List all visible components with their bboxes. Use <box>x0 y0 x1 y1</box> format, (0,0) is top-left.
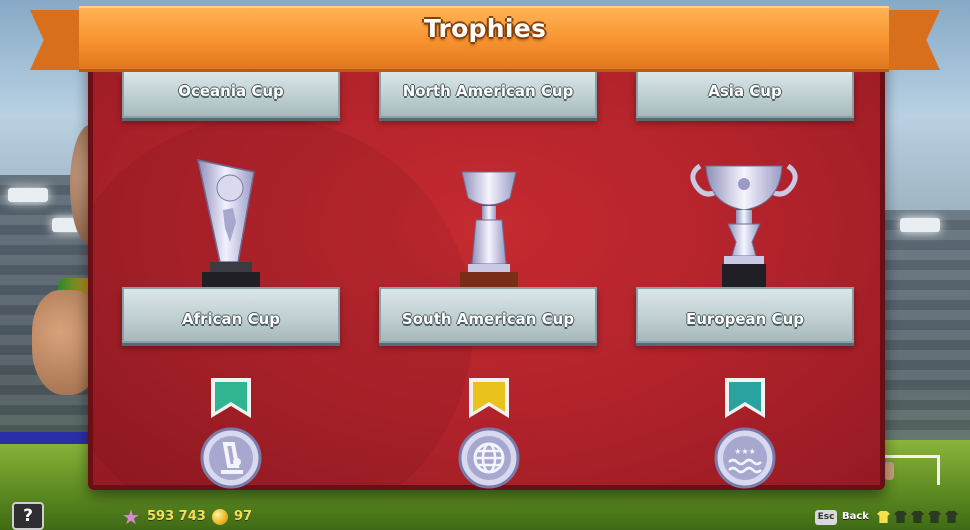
kit-selector[interactable] <box>877 511 958 523</box>
help-button[interactable]: ? <box>12 502 44 530</box>
cup-plate-african[interactable]: African Cup <box>122 287 340 343</box>
background-player <box>884 462 894 480</box>
star-icon: ★ <box>122 505 140 529</box>
cup-plate-south-american[interactable]: South American Cup <box>379 287 597 343</box>
cup-plate-european[interactable]: European Cup <box>636 287 854 343</box>
coins-counter: 97 <box>234 509 253 524</box>
cup-plate-oceania[interactable]: Oceania Cup <box>122 72 340 118</box>
shirt-icon[interactable] <box>877 511 890 523</box>
waves-stars-medal-icon[interactable]: ★★★ <box>713 374 777 492</box>
shirt-icon[interactable] <box>928 511 941 523</box>
shirt-icon[interactable] <box>894 511 907 523</box>
coin-icon <box>212 509 228 525</box>
stars-counter: 593 743 <box>147 509 206 524</box>
cup-plate-asia[interactable]: Asia Cup <box>636 72 854 118</box>
stadium-light <box>900 218 940 232</box>
shirt-icon[interactable] <box>945 511 958 523</box>
globe-medal-icon[interactable] <box>457 374 521 492</box>
microscope-medal-icon[interactable] <box>199 374 263 492</box>
african-cup-trophy-icon[interactable] <box>190 150 270 290</box>
european-cup-trophy-icon[interactable] <box>686 152 802 292</box>
stadium-stand-right <box>875 210 970 450</box>
cup-plate-north-american[interactable]: North American Cup <box>379 72 597 118</box>
south-american-cup-trophy-icon[interactable] <box>454 168 524 292</box>
back-button-label[interactable]: Back <box>842 511 869 522</box>
svg-text:★★★: ★★★ <box>734 447 756 456</box>
page-title: Trophies <box>423 14 547 43</box>
esc-key-icon[interactable]: Esc <box>815 510 837 525</box>
stadium-light <box>8 188 48 202</box>
shirt-icon[interactable] <box>911 511 924 523</box>
